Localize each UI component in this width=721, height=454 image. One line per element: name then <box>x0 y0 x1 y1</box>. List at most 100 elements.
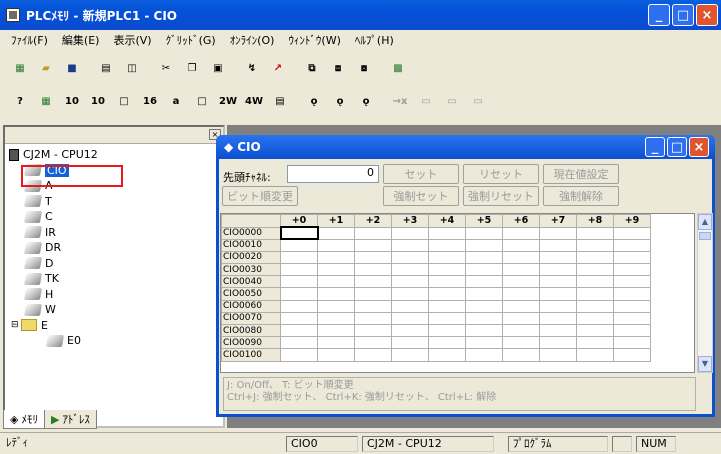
memory-cell[interactable] <box>354 263 392 277</box>
memory-cell[interactable] <box>613 287 651 301</box>
memory-cell[interactable] <box>391 275 429 289</box>
memory-cell[interactable] <box>502 238 540 252</box>
memory-cell[interactable] <box>576 250 614 265</box>
memory-cell[interactable] <box>391 299 429 313</box>
child-maximize-button[interactable]: □ <box>667 137 687 157</box>
print-icon[interactable]: ▤ <box>94 57 118 79</box>
child-minimize-button[interactable]: _ <box>645 137 665 157</box>
tab-memory[interactable]: ◈ ﾒﾓﾘ <box>3 410 45 429</box>
memory-cell[interactable] <box>428 287 466 301</box>
memory-cell[interactable] <box>539 250 577 265</box>
memory-cell[interactable] <box>465 323 503 338</box>
compare-icon[interactable]: ⧇ <box>352 57 376 79</box>
menu-help[interactable]: ﾍﾙﾌﾟ(H) <box>348 32 401 48</box>
memory-cell[interactable] <box>539 275 577 289</box>
memory-cell[interactable] <box>502 311 540 326</box>
memory-cell[interactable] <box>391 311 429 326</box>
transfer-up-icon[interactable]: ⧉ <box>300 57 324 79</box>
copy-icon[interactable]: ❐ <box>180 57 204 79</box>
tree-item-t[interactable]: T <box>9 194 219 210</box>
memory-cell[interactable] <box>317 287 355 301</box>
memory-cell[interactable] <box>428 275 466 289</box>
memory-cell[interactable] <box>279 225 319 241</box>
memory-cell[interactable] <box>317 336 355 350</box>
memory-cell[interactable] <box>280 348 318 362</box>
hex-icon[interactable]: 16 <box>138 90 162 112</box>
print-preview-icon[interactable]: ◫ <box>120 57 144 79</box>
memory-cell[interactable] <box>428 311 466 326</box>
online-icon[interactable]: ↯ <box>240 57 264 79</box>
memory-cell[interactable] <box>354 226 392 240</box>
grid-icon[interactable]: ▤ <box>268 90 292 112</box>
memory-cell[interactable] <box>613 275 651 289</box>
memory-cell[interactable] <box>576 263 614 277</box>
memory-cell[interactable] <box>354 299 392 313</box>
clear-icon[interactable]: →x <box>388 90 412 112</box>
memory-cell[interactable] <box>465 250 503 265</box>
close-button[interactable]: × <box>696 4 718 26</box>
memory-cell[interactable] <box>576 323 614 338</box>
reset-icon[interactable]: ▭ <box>440 90 464 112</box>
memory-cell[interactable] <box>613 238 651 252</box>
memory-cell[interactable] <box>280 311 318 326</box>
memory-cell[interactable] <box>391 250 429 265</box>
memory-cell[interactable] <box>280 238 318 252</box>
memory-cell[interactable] <box>465 226 503 240</box>
save-icon[interactable]: ■ <box>60 57 84 79</box>
ascii-icon[interactable]: a <box>164 90 188 112</box>
memory-cell[interactable] <box>354 250 392 265</box>
memory-cell[interactable] <box>354 323 392 338</box>
memory-cell[interactable] <box>613 336 651 350</box>
memory-cell[interactable] <box>539 348 577 362</box>
memory-cell[interactable] <box>465 287 503 301</box>
menu-window[interactable]: ｳｨﾝﾄﾞｳ(W) <box>281 32 347 48</box>
current-value-button[interactable]: 現在値設定 <box>543 164 619 184</box>
collapse-icon[interactable]: ⊟ <box>11 320 21 330</box>
memory-cell[interactable] <box>280 323 318 338</box>
tree-item-h[interactable]: H <box>9 287 219 303</box>
memory-cell[interactable] <box>317 238 355 252</box>
memory-cell[interactable] <box>317 275 355 289</box>
memory-cell[interactable] <box>354 287 392 301</box>
tab-address[interactable]: ▶ ｱﾄﾞﾚｽ <box>43 410 97 429</box>
memory-cell[interactable] <box>502 336 540 350</box>
memory-cell[interactable] <box>391 336 429 350</box>
monitor-icon[interactable]: ▩ <box>386 57 410 79</box>
memory-cell[interactable] <box>576 287 614 301</box>
force-release-button[interactable]: 強制解除 <box>543 186 619 206</box>
memory-cell[interactable] <box>354 348 392 362</box>
tree-item-w[interactable]: W <box>9 302 219 318</box>
maximize-button[interactable]: □ <box>672 4 694 26</box>
memory-cell[interactable] <box>502 250 540 265</box>
memory-cell[interactable] <box>280 287 318 301</box>
force-reset-button[interactable]: 強制リセット <box>463 186 539 206</box>
memory-cell[interactable] <box>613 311 651 326</box>
memory-cell[interactable] <box>428 226 466 240</box>
memory-cell[interactable] <box>428 238 466 252</box>
memory-cell[interactable] <box>539 311 577 326</box>
memory-cell[interactable] <box>317 311 355 326</box>
memory-cell[interactable] <box>391 348 429 362</box>
transfer-down-icon[interactable]: ⧈ <box>326 57 350 79</box>
memory-cell[interactable] <box>539 336 577 350</box>
memory-cell[interactable] <box>280 275 318 289</box>
memory-cell[interactable] <box>428 323 466 338</box>
forced-icon[interactable]: ▭ <box>466 90 490 112</box>
tree-item-c[interactable]: C <box>9 209 219 225</box>
menu-grid[interactable]: ｸﾞﾘｯﾄﾞ(G) <box>159 32 223 48</box>
memory-cell[interactable] <box>317 263 355 277</box>
new-icon[interactable]: ▦ <box>8 57 32 79</box>
memory-cell[interactable] <box>502 263 540 277</box>
memory-cell[interactable] <box>465 336 503 350</box>
memory-cell[interactable] <box>576 226 614 240</box>
memory-cell[interactable] <box>428 250 466 265</box>
child-close-button[interactable]: × <box>689 137 709 157</box>
menu-file[interactable]: ﾌｧｲﾙ(F) <box>4 32 55 48</box>
memory-cell[interactable] <box>539 238 577 252</box>
offline-icon[interactable]: ↗ <box>266 57 290 79</box>
memory-cell[interactable] <box>317 348 355 362</box>
scroll-thumb[interactable] <box>699 232 711 240</box>
search-icon[interactable]: ǫ <box>328 90 352 112</box>
memory-cell[interactable] <box>576 348 614 362</box>
tree-root[interactable]: CJ2M - CPU12 <box>9 147 219 163</box>
